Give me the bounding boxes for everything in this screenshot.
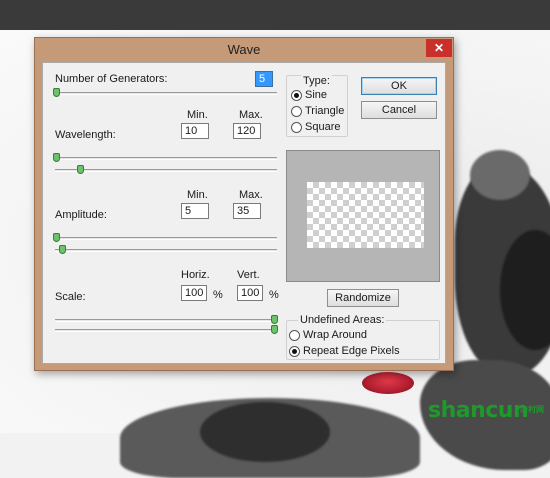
wrap-around-radio[interactable]	[289, 330, 300, 341]
scale-horiz-header: Horiz.	[181, 269, 210, 281]
wavelength-max-input[interactable]: 120	[233, 123, 261, 139]
wavelength-min-slider-thumb[interactable]	[53, 153, 60, 162]
watermark-logo: shancun	[428, 398, 529, 423]
ink-artwork	[200, 402, 330, 462]
generators-slider-track[interactable]	[55, 92, 277, 95]
type-sine-radio[interactable]	[291, 90, 302, 101]
repeat-edge-pixels-label[interactable]: Repeat Edge Pixels	[303, 345, 400, 357]
scale-vert-header: Vert.	[237, 269, 260, 281]
lips-artwork	[362, 372, 414, 394]
dialog-title-bar[interactable]: Wave ✕	[35, 38, 453, 62]
scale-vert-slider-thumb[interactable]	[271, 325, 278, 334]
amplitude-min-input[interactable]: 5	[181, 203, 209, 219]
preview-pane	[286, 150, 440, 282]
ink-artwork	[470, 150, 530, 200]
wavelength-label: Wavelength:	[55, 129, 116, 141]
amplitude-min-header: Min.	[187, 189, 208, 201]
type-triangle-label[interactable]: Triangle	[305, 105, 344, 117]
amplitude-max-slider-thumb[interactable]	[59, 245, 66, 254]
wavelength-max-slider-thumb[interactable]	[77, 165, 84, 174]
amplitude-max-header: Max.	[239, 189, 263, 201]
undefined-areas-title: Undefined Areas:	[298, 314, 387, 326]
wavelength-max-header: Max.	[239, 109, 263, 121]
generators-label: Number of Generators:	[55, 73, 168, 85]
scale-vert-unit: %	[269, 289, 279, 301]
amplitude-label: Amplitude:	[55, 209, 107, 221]
scale-horiz-slider-thumb[interactable]	[271, 315, 278, 324]
wavelength-max-slider-track[interactable]	[55, 169, 277, 172]
generators-slider-thumb[interactable]	[53, 88, 60, 97]
dialog-client-area: Number of Generators: 5 Min. Max. Wavele…	[42, 62, 446, 364]
type-triangle-radio[interactable]	[291, 106, 302, 117]
type-sine-label[interactable]: Sine	[305, 89, 327, 101]
scale-horiz-unit: %	[213, 289, 223, 301]
dialog-title: Wave	[227, 42, 261, 57]
type-group-title: Type:	[301, 75, 332, 87]
transparency-checkerboard	[307, 182, 424, 248]
amplitude-max-input[interactable]: 35	[233, 203, 261, 219]
scale-horiz-input[interactable]: 100	[181, 285, 207, 301]
type-square-label[interactable]: Square	[305, 121, 340, 133]
scale-label: Scale:	[55, 291, 86, 303]
wavelength-min-header: Min.	[187, 109, 208, 121]
close-button[interactable]: ✕	[426, 39, 452, 57]
generators-input[interactable]: 5	[255, 71, 273, 87]
scale-horiz-slider-track[interactable]	[55, 319, 277, 322]
randomize-button[interactable]: Randomize	[327, 289, 399, 307]
amplitude-max-slider-track[interactable]	[55, 249, 277, 252]
type-square-radio[interactable]	[291, 122, 302, 133]
watermark-logo-sub: 山村网	[520, 405, 544, 414]
wavelength-min-input[interactable]: 10	[181, 123, 209, 139]
amplitude-min-slider-track[interactable]	[55, 237, 277, 240]
repeat-edge-pixels-radio[interactable]	[289, 346, 300, 357]
wavelength-min-slider-track[interactable]	[55, 157, 277, 160]
scale-vert-slider-track[interactable]	[55, 329, 277, 332]
wave-dialog: Wave ✕ Number of Generators: 5 Min. Max.…	[34, 37, 454, 371]
scale-vert-input[interactable]: 100	[237, 285, 263, 301]
app-top-bar	[0, 0, 550, 30]
ok-button[interactable]: OK	[361, 77, 437, 95]
amplitude-min-slider-thumb[interactable]	[53, 233, 60, 242]
cancel-button[interactable]: Cancel	[361, 101, 437, 119]
wrap-around-label[interactable]: Wrap Around	[303, 329, 367, 341]
